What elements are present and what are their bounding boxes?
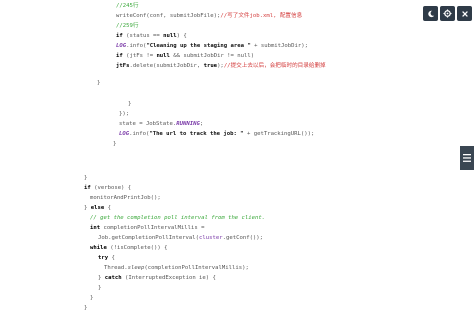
code-line: } (98, 285, 101, 292)
string-literal: "The url to track the job: " (149, 131, 244, 137)
code-line: } else { (84, 205, 111, 212)
code-text: monitorAndPrintJob(); (90, 195, 161, 201)
keyword: if (116, 33, 123, 39)
code-line: // get the completion poll interval from… (90, 215, 265, 222)
code-line: }); (119, 111, 129, 118)
close-button[interactable] (457, 6, 472, 21)
code-text: }); (119, 111, 130, 117)
code-line: LOG.info("The url to track the job: " + … (119, 131, 314, 138)
keyword: try (98, 255, 109, 261)
comment: //提交上去以后，会把临时的目录给删掉 (223, 63, 326, 69)
brace: } (113, 141, 117, 147)
keyword: null (156, 53, 170, 59)
static-field: LOG (119, 131, 130, 137)
code-text: .delete(submitJobDir, (129, 63, 204, 69)
keyword: catch (104, 275, 122, 281)
code-text: .info( (126, 43, 147, 49)
code-line: int completionPollIntervalMillis = (90, 225, 205, 232)
keyword: true (203, 63, 218, 69)
comment: // get the completion poll interval from… (90, 215, 266, 221)
keyword: else (90, 205, 105, 211)
enum-constant: RUNNING (176, 121, 200, 127)
code-text: } (98, 275, 105, 281)
method: sleep (127, 265, 145, 271)
code-text: state = JobState. (119, 121, 177, 127)
code-text: Job.getCompletionPollInterval( (98, 235, 200, 241)
gear-icon (443, 9, 452, 18)
code-text: } (84, 205, 91, 211)
field: cluster (199, 235, 223, 241)
code-line: } (97, 80, 100, 87)
keyword: if (84, 185, 91, 191)
code-line: } (84, 175, 87, 182)
close-icon (461, 10, 468, 17)
settings-button[interactable] (440, 6, 455, 21)
code-text: Thread. (104, 265, 128, 271)
identifier: jtFs (116, 63, 130, 69)
moon-icon (427, 10, 434, 17)
code-line: } (84, 305, 87, 312)
code-text: + getTrackingURL()); (243, 131, 315, 137)
code-text: .getConf()); (222, 235, 264, 241)
brace: } (90, 295, 94, 301)
code-line: Job.getCompletionPollInterval(cluster.ge… (98, 235, 263, 242)
code-line: jtFs.delete(submitJobDir, true);//提交上去以后… (116, 63, 326, 70)
code-line: while (!isComplete()) { (90, 245, 167, 252)
code-line: //245行 (116, 3, 138, 10)
code-text: writeConf(conf, submitJobFile); (116, 13, 221, 19)
code-line: if (verbose) { (84, 185, 131, 192)
code-viewer: //245行 writeConf(conf, submitJobFile);//… (0, 0, 474, 316)
list-icon (463, 154, 471, 162)
brace: } (84, 305, 88, 311)
static-field: LOG (116, 43, 127, 49)
brace: } (84, 175, 88, 181)
brace: } (98, 285, 102, 291)
side-toolbar-button[interactable] (460, 146, 474, 170)
code-line: state = JobState.RUNNING; (119, 121, 203, 128)
brace: } (128, 101, 132, 107)
code-line: } (113, 141, 116, 148)
code-text: completionPollIntervalMillis = (100, 225, 205, 231)
comment: //写了文件job.xml, 配置信息 (220, 13, 303, 19)
code-text: (jtFs != (122, 53, 157, 59)
code-text: { (104, 205, 111, 211)
keyword: while (90, 245, 107, 251)
code-text: && submitJobDir != null) (169, 53, 255, 59)
code-text: (completionPollIntervalMillis); (144, 265, 249, 271)
code-text: { (108, 255, 115, 261)
code-text: .info( (129, 131, 150, 137)
code-line: LOG.info("Cleaning up the staging area "… (116, 43, 308, 50)
code-text: ); (217, 63, 224, 69)
code-line: monitorAndPrintJob(); (90, 195, 161, 202)
code-text: + submitJobDir); (250, 43, 308, 49)
code-text: ; (199, 121, 204, 127)
code-text: (InterruptedException ie) { (121, 275, 216, 281)
code-line: } catch (InterruptedException ie) { (98, 275, 216, 282)
keyword: null (163, 33, 177, 39)
code-line: } (128, 101, 131, 108)
code-line: Thread.sleep(completionPollIntervalMilli… (104, 265, 249, 272)
code-text: (!isComplete()) { (106, 245, 168, 251)
brace: } (97, 80, 101, 86)
code-text: ) { (176, 33, 187, 39)
code-line: if (status == null) { (116, 33, 187, 40)
code-text: (verbose) { (90, 185, 132, 191)
code-line: //259行 (116, 23, 138, 30)
keyword: int (90, 225, 101, 231)
keyword: if (116, 53, 123, 59)
code-line: } (90, 295, 93, 302)
string-literal: "Cleaning up the staging area " (146, 43, 251, 49)
comment: //245行 (116, 3, 139, 9)
comment: //259行 (116, 23, 139, 29)
dark-mode-button[interactable] (423, 6, 438, 21)
code-text: (status == (122, 33, 164, 39)
code-line: try { (98, 255, 115, 262)
code-line: if (jtFs != null && submitJobDir != null… (116, 53, 254, 60)
code-line: writeConf(conf, submitJobFile);//写了文件job… (116, 13, 302, 20)
